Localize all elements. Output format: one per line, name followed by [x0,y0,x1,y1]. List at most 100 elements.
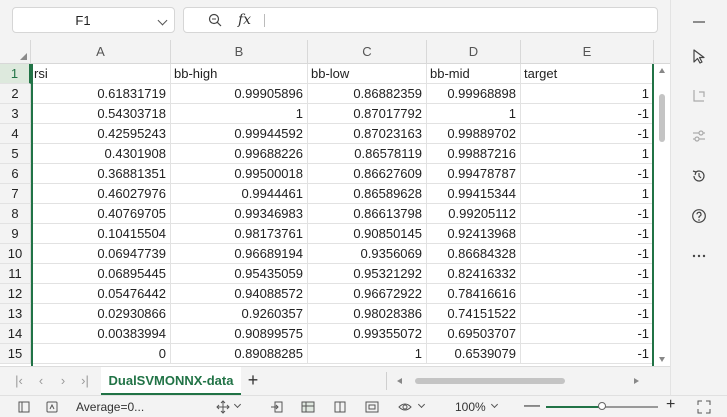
row-header[interactable]: 3 [0,104,31,124]
column-header-e[interactable]: E [521,40,654,64]
cell-d11[interactable]: 0.82416332 [427,264,521,284]
cell-a6[interactable]: 0.36881351 [31,164,171,184]
accessibility-icon[interactable] [45,400,59,414]
cell-c15[interactable]: 1 [308,344,427,364]
page-break-icon[interactable] [365,400,379,414]
chevron-down-icon[interactable] [157,15,168,26]
cell-e9[interactable]: -1 [521,224,654,244]
scroll-down-icon[interactable] [659,357,665,362]
horizontal-scroll-thumb[interactable] [415,378,565,384]
zoom-level[interactable]: 100% [455,400,486,414]
cell-b1[interactable]: bb-high [171,64,308,84]
column-header-b[interactable]: B [171,40,308,64]
cell-d3[interactable]: 1 [427,104,521,124]
row-header[interactable]: 10 [0,244,31,264]
scroll-right-icon[interactable] [634,378,639,384]
cell-c6[interactable]: 0.86627609 [308,164,427,184]
cell-e11[interactable]: -1 [521,264,654,284]
cell-c9[interactable]: 0.90850145 [308,224,427,244]
cell-e14[interactable]: -1 [521,324,654,344]
function-icon[interactable]: fx [238,12,251,28]
cell-b13[interactable]: 0.9260357 [171,304,308,324]
cell-e5[interactable]: 1 [521,144,654,164]
eye-icon[interactable] [398,400,412,414]
chevron-down-icon[interactable] [490,400,499,409]
column-header-a[interactable]: A [31,40,171,64]
cell-b11[interactable]: 0.95435059 [171,264,308,284]
row-header[interactable]: 8 [0,204,31,224]
row-header[interactable]: 6 [0,164,31,184]
scroll-left-icon[interactable] [397,378,402,384]
cell-e10[interactable]: -1 [521,244,654,264]
cell-b4[interactable]: 0.99944592 [171,124,308,144]
cell-c11[interactable]: 0.95321292 [308,264,427,284]
history-icon[interactable] [687,164,711,188]
cell-c12[interactable]: 0.96672922 [308,284,427,304]
select-all-corner[interactable] [0,40,31,64]
cell-b14[interactable]: 0.90899575 [171,324,308,344]
cell-c10[interactable]: 0.9356069 [308,244,427,264]
column-header-d[interactable]: D [427,40,521,64]
more-icon[interactable] [687,244,711,268]
zoom-slider[interactable] [546,402,658,410]
column-header-c[interactable]: C [308,40,427,64]
vertical-scroll-thumb[interactable] [659,94,665,142]
cell-e4[interactable]: -1 [521,124,654,144]
row-header[interactable]: 13 [0,304,31,324]
cell-a15[interactable]: 0 [31,344,171,364]
fullscreen-icon[interactable] [697,400,711,414]
last-sheet-icon[interactable]: ›| [78,374,92,388]
cell-d6[interactable]: 0.99478787 [427,164,521,184]
cell-b9[interactable]: 0.98173761 [171,224,308,244]
cell-d12[interactable]: 0.78416616 [427,284,521,304]
corner-arrow-icon[interactable] [687,84,711,108]
cell-c5[interactable]: 0.86578119 [308,144,427,164]
cell-d7[interactable]: 0.99415344 [427,184,521,204]
cell-a5[interactable]: 0.4301908 [31,144,171,164]
cell-a14[interactable]: 0.00383994 [31,324,171,344]
cell-b7[interactable]: 0.9944461 [171,184,308,204]
cell-a8[interactable]: 0.40769705 [31,204,171,224]
cell-b8[interactable]: 0.99346983 [171,204,308,224]
zoom-search-icon[interactable] [208,13,222,27]
page-layout-icon[interactable] [333,400,347,414]
cell-a7[interactable]: 0.46027976 [31,184,171,204]
cell-d9[interactable]: 0.92413968 [427,224,521,244]
move-icon[interactable] [216,400,230,414]
row-header[interactable]: 7 [0,184,31,204]
cell-b3[interactable]: 1 [171,104,308,124]
normal-view-icon[interactable] [301,400,315,414]
page-icon[interactable] [17,400,31,414]
cell-a2[interactable]: 0.61831719 [31,84,171,104]
cell-a4[interactable]: 0.42595243 [31,124,171,144]
cell-b5[interactable]: 0.99688226 [171,144,308,164]
cell-c1[interactable]: bb-low [308,64,427,84]
cell-a10[interactable]: 0.06947739 [31,244,171,264]
first-sheet-icon[interactable]: |‹ [12,374,26,388]
prev-sheet-icon[interactable]: ‹ [34,374,48,388]
sliders-icon[interactable] [687,124,711,148]
cell-e6[interactable]: -1 [521,164,654,184]
horizontal-scrollbar[interactable] [393,375,653,387]
cell-c3[interactable]: 0.87017792 [308,104,427,124]
cell-d2[interactable]: 0.99968898 [427,84,521,104]
name-box[interactable]: F1 [12,7,175,33]
zoom-slider-knob[interactable] [598,402,606,410]
chevron-down-icon[interactable] [417,400,426,409]
formula-input[interactable]: fx [183,7,658,33]
sheet-tab[interactable]: DualSVMONNX-data [101,367,241,395]
minimize-icon[interactable] [687,10,711,34]
row-header[interactable]: 12 [0,284,31,304]
cell-a1[interactable]: rsi [31,64,171,84]
chevron-down-icon[interactable] [233,400,242,409]
cell-c4[interactable]: 0.87023163 [308,124,427,144]
cell-e2[interactable]: 1 [521,84,654,104]
cell-d5[interactable]: 0.99887216 [427,144,521,164]
cell-a3[interactable]: 0.54303718 [31,104,171,124]
scroll-up-icon[interactable] [659,68,665,73]
cell-c2[interactable]: 0.86882359 [308,84,427,104]
cell-c13[interactable]: 0.98028386 [308,304,427,324]
cell-a13[interactable]: 0.02930866 [31,304,171,324]
row-header[interactable]: 1 [0,64,31,84]
row-header[interactable]: 15 [0,344,31,364]
